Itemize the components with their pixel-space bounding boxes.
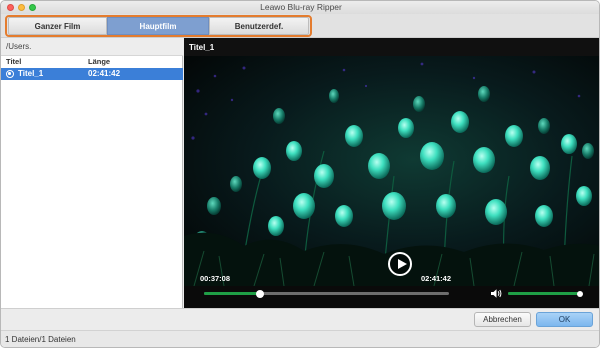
title-row-name: Titel_1 <box>18 69 44 78</box>
tab-main-movie[interactable]: Hauptfilm <box>107 17 209 35</box>
play-button[interactable] <box>388 252 412 276</box>
radio-selected-icon[interactable] <box>6 70 14 78</box>
cancel-button[interactable]: Abbrechen <box>474 312 531 327</box>
dialog-button-bar: Abbrechen OK <box>1 308 599 330</box>
seek-bar[interactable] <box>204 289 449 298</box>
title-bar: Leawo Blu-ray Ripper <box>1 1 599 14</box>
source-path: /Users. <box>1 38 183 56</box>
playback-controls <box>184 286 599 308</box>
volume-slider[interactable] <box>508 290 583 297</box>
video-frame-image <box>184 56 599 286</box>
current-time: 00:37:08 <box>200 274 231 283</box>
tab-custom[interactable]: Benutzerdef. <box>209 17 309 35</box>
title-row[interactable]: Titel_1 02:41:42 <box>1 68 183 80</box>
seek-bar-progress <box>204 292 261 295</box>
preview-title: Titel_1 <box>189 43 215 52</box>
seek-bar-handle[interactable] <box>256 289 265 298</box>
tab-full-movie[interactable]: Ganzer Film <box>8 17 107 35</box>
window-title: Leawo Blu-ray Ripper <box>260 2 342 12</box>
status-bar: 1 Dateien/1 Dateien <box>1 330 599 347</box>
column-header-length[interactable]: Länge <box>88 57 110 67</box>
volume-slider-handle[interactable] <box>577 290 583 297</box>
title-row-length: 02:41:42 <box>88 69 121 78</box>
total-time: 02:41:42 <box>421 274 452 283</box>
ok-button[interactable]: OK <box>536 312 593 327</box>
mode-tab-bar: Ganzer Film Hauptfilm Benutzerdef. <box>1 14 599 38</box>
volume-slider-level <box>508 292 580 295</box>
column-header-title[interactable]: Titel <box>6 57 21 67</box>
app-window: Leawo Blu-ray Ripper Ganzer Film Hauptfi… <box>0 0 600 348</box>
volume-icon[interactable] <box>490 288 502 299</box>
video-frame[interactable] <box>184 56 599 286</box>
file-count-status: 1 Dateien/1 Dateien <box>5 335 76 344</box>
video-preview-panel: Titel_1 00:37:08 02:41:42 <box>184 38 599 308</box>
title-list-panel: /Users. Titel Länge Titel_1 02:41:42 <box>1 38 183 308</box>
